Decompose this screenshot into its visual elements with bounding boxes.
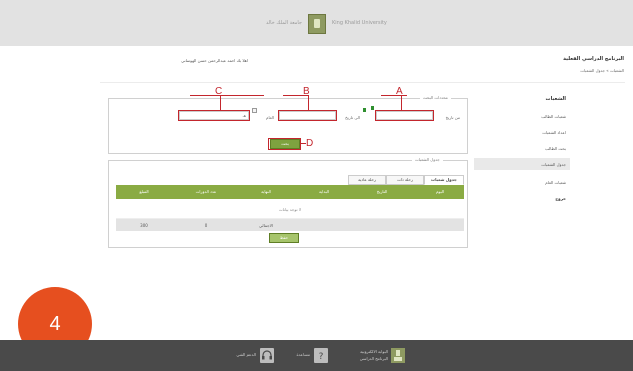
flag-icon — [371, 106, 374, 110]
user-greeting: اهلا بك احمد عبدالرحمن حسن الهوساني — [181, 58, 248, 63]
total-count: 0 — [204, 223, 208, 228]
column-header-start: البداية — [318, 189, 329, 194]
callout-label-b: B — [303, 86, 310, 97]
sidebar-item-sections-table[interactable]: جدول الشعبات — [474, 158, 570, 170]
column-header-courses-count: عدد الدورات — [195, 189, 217, 194]
university-name-english: King Khalid University — [332, 20, 387, 26]
breadcrumb[interactable]: الشعبات » جدول الشعبات — [430, 68, 624, 75]
callout-line — [308, 95, 309, 110]
footer-support-link[interactable]: الدعم الفني — [228, 348, 276, 364]
sidebar-item-prepare-sections[interactable]: اعداد الشعبات — [476, 130, 566, 138]
footer: البوابة الالكترونية البرنامج الدراسي مسا… — [0, 340, 633, 371]
total-label: الاجمالي — [259, 223, 273, 228]
total-amount: 300 — [140, 223, 148, 228]
sidebar-item-student-sections[interactable]: شعبات الطالب — [476, 114, 566, 122]
search-legend: محددات البحث — [420, 95, 451, 100]
portal-logo-icon — [391, 348, 405, 363]
footer-help-label: مساعدة — [296, 352, 310, 357]
help-icon: ? — [314, 348, 328, 363]
table-tabs: جدول شعبات رحلة ذات رحلة عادية — [210, 175, 464, 185]
sidebar: الشعبات شعبات الطالب اعداد الشعبات بحث ا… — [470, 92, 570, 212]
page-header: البرنامج الدراسي الفعلية الشعبات » جدول … — [430, 56, 624, 80]
university-name-arabic: جامعة الملك خالد — [266, 20, 302, 26]
headset-icon — [260, 348, 274, 363]
flag-icon — [363, 108, 366, 112]
calendar-icon[interactable] — [252, 108, 257, 113]
callout-box-c — [178, 110, 250, 121]
table-header-row: اليوم التاريخ البداية النهاية عدد الدورا… — [116, 185, 464, 199]
to-date-label: الى تاريخ — [345, 115, 360, 120]
empty-message: لا توجد بيانات — [278, 207, 302, 212]
sidebar-item-year-sections[interactable]: شعبات العام — [476, 180, 566, 188]
sidebar-title[interactable]: الشعبات — [476, 96, 566, 104]
callout-label-d: D — [306, 138, 314, 149]
table-legend: جدول الشعبات — [412, 157, 443, 162]
column-header-amount: المبلغ — [139, 189, 149, 194]
university-brand[interactable]: جامعة الملك خالد King Khalid University — [240, 14, 410, 34]
column-header-date: التاريخ — [376, 189, 388, 194]
callout-box-a — [375, 110, 434, 121]
callout-box-b — [278, 110, 337, 121]
column-header-day: اليوم — [435, 189, 445, 194]
divider — [100, 82, 625, 83]
column-header-end: النهاية — [261, 189, 271, 194]
save-button[interactable]: حفظ — [269, 233, 299, 243]
footer-portal-sub: البرنامج الدراسي — [359, 356, 388, 361]
sidebar-logout[interactable]: خروج — [476, 196, 566, 204]
tab-regular-trip[interactable]: رحلة عادية — [348, 175, 386, 185]
callout-label-c: C — [215, 86, 223, 97]
callout-label-a: A — [396, 86, 403, 97]
page-title: البرنامج الدراسي الفعلية — [563, 56, 624, 62]
callout-line — [381, 95, 407, 96]
university-logo-icon — [308, 14, 326, 34]
tab-sections-schedule[interactable]: جدول شعبات — [424, 175, 464, 185]
footer-portal-label: البوابة الالكترونية — [360, 349, 388, 354]
callout-line — [190, 95, 264, 96]
from-date-label: من تاريخ — [445, 115, 460, 120]
footer-help-link[interactable]: مساعدة ? — [288, 348, 330, 364]
table-empty-row: لا توجد بيانات — [116, 199, 464, 219]
tab-trip-with[interactable]: رحلة ذات — [386, 175, 424, 185]
top-header: جامعة الملك خالد King Khalid University — [0, 0, 633, 46]
sidebar-item-search-student[interactable]: بحث الطالب — [476, 146, 566, 154]
callout-line — [401, 95, 402, 110]
callout-line — [220, 95, 221, 110]
footer-support-label: الدعم الفني — [236, 352, 256, 357]
footer-portal-link[interactable]: البوابة الالكترونية البرنامج الدراسي — [340, 348, 408, 364]
callout-box-d — [268, 138, 301, 150]
svg-text:?: ? — [319, 352, 324, 362]
year-label: العام — [266, 115, 274, 120]
table-total-row: الاجمالي 0 300 — [116, 219, 464, 231]
